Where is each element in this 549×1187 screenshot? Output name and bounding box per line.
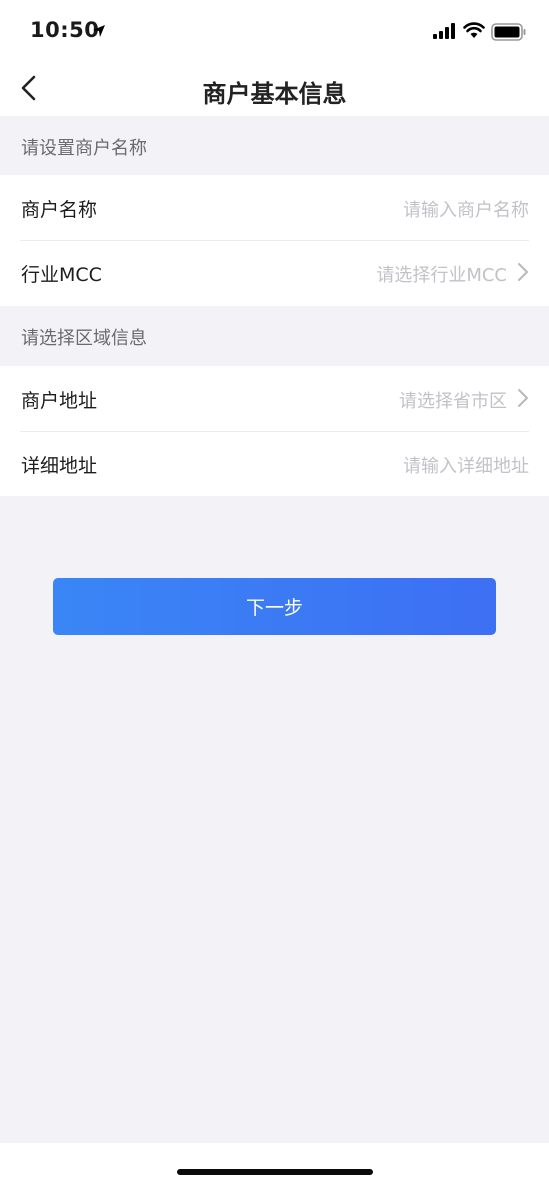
section-header-merchant-name: 请设置商户名称 [0,117,549,175]
detailed-address-row[interactable]: 详细地址 请输入详细地址 [0,431,549,496]
wifi-icon [463,22,485,38]
status-time: 10:50 [30,18,100,42]
merchant-address-row[interactable]: 商户地址 请选择省市区 [0,366,549,432]
merchant-name-group: 商户名称 请输入商户名称 行业MCC 请选择行业MCC [0,175,549,306]
merchant-address-label: 商户地址 [21,390,98,412]
cellular-signal-icon [433,23,455,39]
industry-mcc-label: 行业MCC [21,264,102,286]
section-header-label: 请设置商户名称 [21,138,147,159]
chevron-right-icon [518,389,528,407]
chevron-right-icon [518,263,528,281]
industry-mcc-row[interactable]: 行业MCC 请选择行业MCC [0,240,549,305]
navigation-bar: 商户基本信息 [0,62,549,116]
home-indicator[interactable] [177,1169,373,1175]
detailed-address-label: 详细地址 [21,455,98,477]
status-bar: 10:50 [0,0,549,62]
merchant-name-label: 商户名称 [21,199,98,221]
merchant-name-row[interactable]: 商户名称 请输入商户名称 [0,175,549,241]
next-step-button[interactable]: 下一步 [53,578,496,635]
battery-icon [491,23,526,41]
detailed-address-input[interactable]: 请输入详细地址 [403,452,529,478]
section-header-region: 请选择区域信息 [0,307,549,365]
page-title: 商户基本信息 [202,80,347,108]
province-city-district-select[interactable]: 请选择省市区 [399,387,507,413]
section-header-label: 请选择区域信息 [21,328,147,349]
location-arrow-icon [93,25,105,37]
region-group: 商户地址 请选择省市区 详细地址 请输入详细地址 [0,366,549,496]
industry-mcc-select[interactable]: 请选择行业MCC [376,261,507,287]
merchant-name-input[interactable]: 请输入商户名称 [403,196,529,222]
home-indicator-area [0,1143,549,1187]
